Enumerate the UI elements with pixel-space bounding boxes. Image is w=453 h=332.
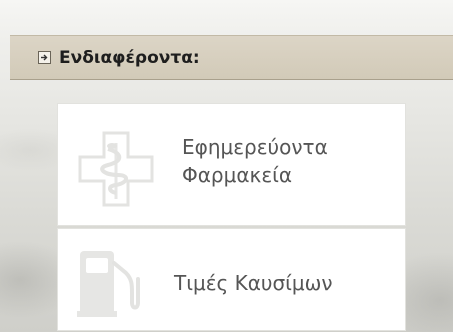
pharmacies-on-duty-link[interactable]: Εφημερεύοντα Φαρμακεία [57,103,406,226]
pharmacy-label-line1: Εφημερεύοντα [182,135,328,159]
fuel-link-label[interactable]: Τιμές Καυσίμων [174,269,399,297]
pharmacy-cross-icon [78,131,154,211]
pharmacy-label-line2: Φαρμακεία [182,163,293,187]
panel-title: Ενδιαφέροντα: [59,47,200,68]
fuel-label-text: Τιμές Καυσίμων [174,271,333,295]
fuel-prices-link[interactable]: Τιμές Καυσίμων [57,228,406,331]
fuel-pump-icon [76,249,146,323]
interests-panel-header[interactable]: Ενδιαφέροντα: [10,35,453,80]
interests-link-list: Εφημερεύοντα Φαρμακεία Τιμές Καυσίμων [57,103,406,331]
pharmacy-link-label[interactable]: Εφημερεύοντα Φαρμακεία [182,133,397,189]
expand-arrow-icon[interactable] [38,51,51,64]
